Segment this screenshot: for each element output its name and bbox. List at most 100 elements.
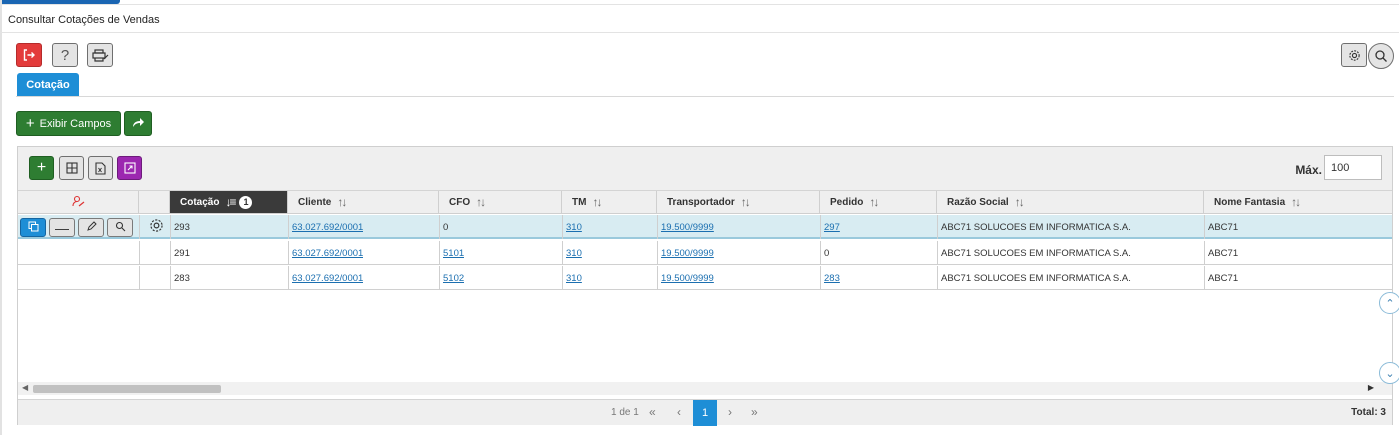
- cell-cotacao: 291: [174, 247, 190, 259]
- tab-cotacao[interactable]: Cotação: [17, 73, 79, 97]
- horizontal-scrollbar[interactable]: ◀ ▶: [18, 382, 1392, 395]
- sort-icon: ↑↓: [476, 195, 486, 209]
- cell-cliente[interactable]: 63.027.692/0001: [288, 266, 363, 290]
- cell-pedido[interactable]: 283: [820, 266, 840, 290]
- chevrons-down-icon: ⌄: [1385, 367, 1395, 380]
- cell-transportador[interactable]: 19.500/9999: [657, 241, 714, 265]
- link-tm[interactable]: 310: [566, 248, 582, 259]
- column-header-tm[interactable]: TM ↑↓: [562, 191, 657, 214]
- link-transportador[interactable]: 19.500/9999: [661, 222, 714, 233]
- link-tm[interactable]: 310: [566, 222, 582, 233]
- search-icon: [115, 221, 126, 235]
- cell-cfo[interactable]: 5101: [439, 241, 464, 265]
- tab-divider: [16, 96, 1394, 97]
- link-cfo[interactable]: 5102: [443, 273, 464, 284]
- column-header-pedido[interactable]: Pedido ↑↓: [820, 191, 937, 214]
- last-page-icon[interactable]: »: [751, 405, 758, 419]
- cell-razao-social: ABC71 SOLUCOES EM INFORMATICA S.A.: [941, 247, 1131, 259]
- add-row-button[interactable]: +: [29, 156, 54, 180]
- scroll-up-button[interactable]: ⌃: [1379, 292, 1399, 314]
- max-records-input[interactable]: [1324, 155, 1382, 180]
- link-cliente[interactable]: 63.027.692/0001: [292, 222, 363, 233]
- column-header-cfo[interactable]: CFO ↑↓: [439, 191, 562, 214]
- cell-cliente[interactable]: 63.027.692/0001: [288, 215, 363, 239]
- link-cliente[interactable]: 63.027.692/0001: [292, 273, 363, 284]
- cell-nome-fantasia: ABC71: [1208, 221, 1239, 233]
- copy-icon: [28, 221, 39, 235]
- cell-pedido: 0: [824, 247, 830, 259]
- grid-layout-button[interactable]: [59, 156, 84, 180]
- total-count: Total: 3: [1351, 407, 1386, 418]
- cell-tm[interactable]: 310: [562, 215, 582, 239]
- cell-razao-social: ABC71 SOLUCOES EM INFORMATICA S.A.: [941, 272, 1131, 284]
- left-border: [0, 0, 2, 435]
- link-tm[interactable]: 310: [566, 273, 582, 284]
- delete-button[interactable]: —: [49, 218, 75, 237]
- show-fields-button[interactable]: + Exibir Campos: [16, 111, 121, 136]
- column-config: [139, 191, 170, 214]
- search-icon: [1374, 49, 1388, 63]
- column-header-transportador[interactable]: Transportador ↑↓: [657, 191, 820, 214]
- link-pedido[interactable]: 297: [824, 222, 840, 233]
- cell-cfo[interactable]: 5102: [439, 266, 464, 290]
- sort-icon: ↑↓: [337, 195, 347, 209]
- expand-button[interactable]: [117, 156, 142, 180]
- table-row[interactable]: 291 63.027.692/0001 5101 310 19.500/9999…: [18, 241, 1392, 265]
- cell-pedido[interactable]: 297: [820, 215, 840, 239]
- exit-button[interactable]: [16, 43, 42, 67]
- link-pedido[interactable]: 283: [824, 273, 840, 284]
- link-cfo[interactable]: 5101: [443, 248, 464, 259]
- first-page-icon[interactable]: «: [649, 405, 656, 419]
- plus-icon: +: [36, 159, 47, 176]
- cell-cfo: 0: [443, 221, 449, 233]
- print-button[interactable]: [87, 43, 113, 67]
- help-button[interactable]: ?: [52, 43, 78, 67]
- cell-transportador[interactable]: 19.500/9999: [657, 215, 714, 239]
- exit-icon: [22, 48, 36, 62]
- column-header-cotacao[interactable]: Cotação ↓≡ 1: [170, 191, 288, 214]
- prev-page-icon[interactable]: ‹: [677, 405, 681, 419]
- view-button[interactable]: [107, 218, 133, 237]
- link-transportador[interactable]: 19.500/9999: [661, 248, 714, 259]
- plus-icon: +: [25, 115, 35, 132]
- share-arrow-icon: [131, 116, 145, 131]
- row-settings-button[interactable]: [145, 215, 164, 239]
- cell-tm[interactable]: 310: [562, 266, 582, 290]
- cell-nome-fantasia: ABC71: [1208, 247, 1239, 259]
- pagination-bar: 1 de 1 « ‹ 1 › » Total: 3: [18, 399, 1392, 426]
- column-header-cliente[interactable]: Cliente ↑↓: [288, 191, 439, 214]
- scroll-thumb[interactable]: [33, 385, 221, 393]
- table-row[interactable]: — 293 63.027.692/0001 0 310 19.500/9999 …: [18, 215, 1392, 239]
- next-page-icon[interactable]: ›: [728, 405, 732, 419]
- export-excel-button[interactable]: [88, 156, 113, 180]
- chevrons-up-icon: ⌃: [1385, 297, 1395, 310]
- scroll-down-button[interactable]: ⌄: [1379, 362, 1399, 384]
- cell-transportador[interactable]: 19.500/9999: [657, 266, 714, 290]
- cell-cliente[interactable]: 63.027.692/0001: [288, 241, 363, 265]
- cell-tm[interactable]: 310: [562, 241, 582, 265]
- link-transportador[interactable]: 19.500/9999: [661, 273, 714, 284]
- table-row[interactable]: 283 63.027.692/0001 5102 310 19.500/9999…: [18, 266, 1392, 290]
- settings-button[interactable]: [1341, 43, 1367, 67]
- page-number-button[interactable]: 1: [693, 400, 717, 426]
- sort-order-badge: 1: [239, 195, 253, 209]
- excel-file-icon: [95, 161, 106, 175]
- edit-button[interactable]: [78, 218, 104, 237]
- copy-button[interactable]: [20, 218, 46, 237]
- cell-cotacao: 283: [174, 272, 190, 284]
- cell-razao-social: ABC71 SOLUCOES EM INFORMATICA S.A.: [941, 221, 1131, 233]
- scroll-left-icon[interactable]: ◀: [22, 383, 28, 392]
- expand-icon: [123, 162, 136, 174]
- share-button[interactable]: [124, 111, 152, 136]
- search-button[interactable]: [1368, 43, 1394, 69]
- cell-nome-fantasia: ABC71: [1208, 272, 1239, 284]
- pencil-icon: [86, 220, 97, 235]
- column-header-razao-social[interactable]: Razão Social ↑↓: [937, 191, 1204, 214]
- grid-panel: + Máx. Cotação ↓≡ 1 Cliente↑↓: [17, 146, 1393, 426]
- grid-toolbar: + Máx.: [18, 147, 1392, 191]
- link-cliente[interactable]: 63.027.692/0001: [292, 248, 363, 259]
- gear-icon: [149, 218, 164, 236]
- column-header-nome-fantasia[interactable]: Nome Fantasia ↑↓: [1204, 191, 1392, 214]
- cell-cotacao: 293: [174, 221, 190, 233]
- scroll-right-icon[interactable]: ▶: [1368, 383, 1374, 392]
